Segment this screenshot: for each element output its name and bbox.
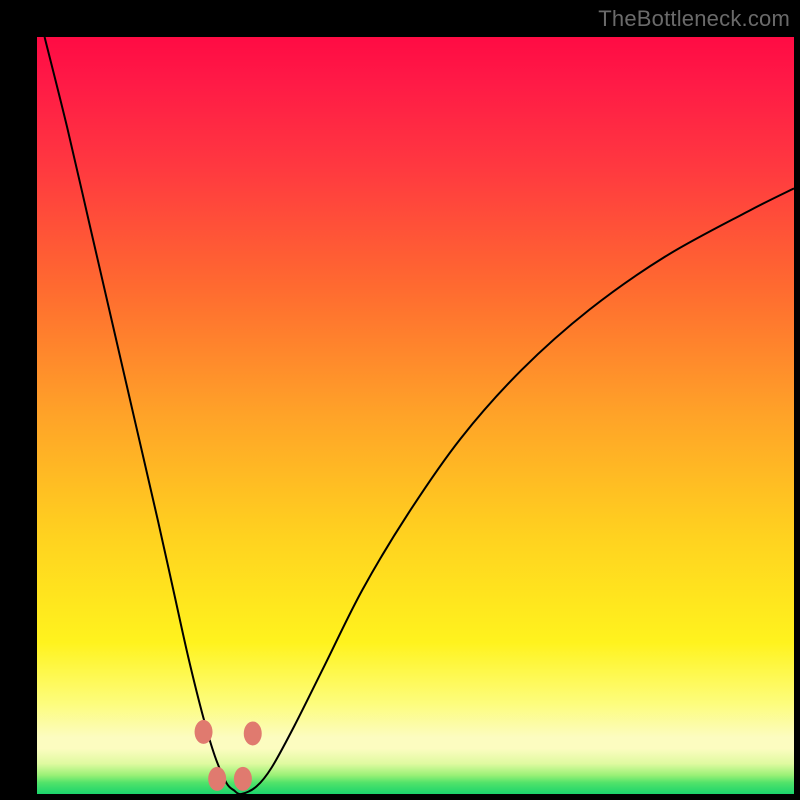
marker-dot-1 [244, 721, 262, 745]
marker-dot-2 [208, 767, 226, 791]
plot-area [37, 37, 794, 794]
watermark-text: TheBottleneck.com [598, 6, 790, 32]
curve-markers [195, 720, 262, 791]
marker-dot-3 [234, 767, 252, 791]
curve-svg [37, 37, 794, 794]
chart-frame: TheBottleneck.com [0, 0, 800, 800]
marker-dot-0 [195, 720, 213, 744]
bottleneck-curve [45, 37, 794, 794]
